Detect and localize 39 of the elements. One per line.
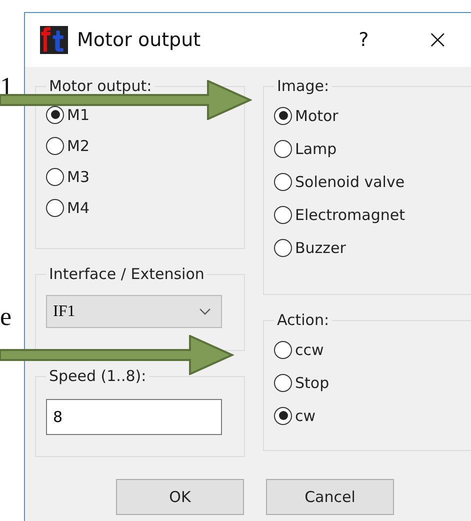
radio-button[interactable] — [46, 168, 64, 186]
option-label: Buzzer — [295, 238, 346, 256]
dialog-button[interactable]: Cancel — [266, 479, 394, 515]
option-label: ccw — [295, 340, 324, 358]
app-logo-icon — [40, 26, 68, 54]
option-label: Electromagnet — [295, 206, 405, 224]
group-label: Image: — [276, 77, 330, 95]
radio-button[interactable] — [274, 106, 292, 124]
option-label: M3 — [67, 168, 90, 186]
option-label: Solenoid valve — [295, 172, 405, 190]
radio-button[interactable] — [46, 136, 64, 154]
radio-button[interactable] — [274, 374, 292, 392]
radio-button[interactable] — [274, 206, 292, 224]
radio-button[interactable] — [46, 106, 64, 124]
radio-button[interactable] — [274, 172, 292, 190]
group-label: Speed (1..8): — [48, 367, 148, 385]
close-button[interactable]: × — [426, 25, 449, 55]
option-label: M4 — [67, 198, 90, 216]
radio-button[interactable] — [46, 198, 64, 216]
help-button[interactable]: ? — [358, 29, 369, 51]
option-label: M2 — [67, 136, 90, 154]
dropdown[interactable]: IF1 — [46, 295, 222, 328]
radio-button[interactable] — [274, 406, 292, 424]
radio-button[interactable] — [274, 340, 292, 358]
option-label: cw — [295, 406, 316, 424]
radio-button[interactable] — [274, 238, 292, 256]
group-label: Action: — [276, 311, 330, 329]
option-label: Stop — [295, 374, 330, 392]
option-label: Lamp — [295, 140, 337, 158]
option-label: M1 — [67, 106, 90, 124]
window-title: Motor output — [77, 29, 201, 51]
document-text: e — [0, 302, 13, 332]
group-label: Interface / Extension — [48, 265, 206, 283]
radio-button[interactable] — [274, 140, 292, 158]
dialog-button[interactable]: OK — [116, 479, 244, 515]
option-label: Motor — [295, 106, 338, 124]
group-label: Motor output: — [48, 77, 153, 95]
input-field[interactable]: 8 — [46, 399, 222, 435]
caret-icon — [199, 308, 211, 316]
